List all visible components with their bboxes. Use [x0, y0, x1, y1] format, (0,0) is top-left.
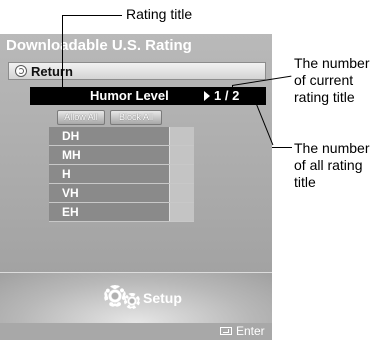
allow-all-button[interactable]: Allow All: [57, 110, 105, 125]
callout-line: [232, 85, 233, 97]
rating-row-dh[interactable]: DH: [49, 127, 194, 146]
callout-all-titles-line2: of all rating: [294, 157, 363, 173]
lock-toggle[interactable]: [169, 203, 194, 221]
callout-current-title-line1: The number: [294, 55, 370, 71]
enter-label: Enter: [236, 324, 265, 338]
callout-all-titles-line3: title: [294, 174, 316, 190]
return-label: Return: [31, 64, 73, 79]
rating-title-label: Humor Level: [90, 88, 169, 103]
arrow-right-icon[interactable]: [204, 91, 210, 101]
callout-rating-title: Rating title: [126, 6, 193, 22]
bottom-bar: Enter: [0, 323, 272, 340]
callout-all-titles-line1: The number: [294, 140, 370, 156]
rating-list: DH MH H VH EH: [49, 127, 194, 222]
rating-row-mh[interactable]: MH: [49, 146, 194, 165]
gear-icon: [104, 285, 126, 307]
callout-line: [272, 147, 292, 148]
return-button[interactable]: Return: [8, 62, 266, 80]
lock-toggle[interactable]: [169, 146, 194, 164]
lock-toggle[interactable]: [169, 127, 194, 145]
rating-row-vh[interactable]: VH: [49, 184, 194, 203]
rating-title-selector[interactable]: Humor Level 1 / 2: [30, 87, 266, 105]
rating-menu-panel: Downloadable U.S. Rating Return Humor Le…: [0, 34, 272, 340]
rating-label: MH: [62, 148, 81, 162]
callout-current-title-line2: of current: [294, 72, 354, 88]
callout-all-titles: The number of all rating title: [294, 140, 369, 191]
enter-icon: [220, 327, 232, 335]
lock-toggle[interactable]: [169, 184, 194, 202]
callout-line: [62, 15, 122, 16]
lock-toggle[interactable]: [169, 165, 194, 183]
rating-row-h[interactable]: H: [49, 165, 194, 184]
return-icon: [15, 65, 27, 77]
rating-label: EH: [62, 205, 79, 219]
rating-label: H: [62, 167, 71, 181]
rating-title-page-indicator: 1 / 2: [214, 88, 240, 103]
rating-label: DH: [62, 129, 80, 143]
setup-label: Setup: [143, 290, 182, 306]
callout-line: [62, 15, 63, 93]
callout-current-title-line3: rating title: [294, 89, 355, 105]
menu-title: Downloadable U.S. Rating: [6, 37, 192, 54]
rating-row-eh[interactable]: EH: [49, 203, 194, 222]
callout-current-title: The number of current rating title: [294, 55, 369, 106]
gear-small-icon: [124, 293, 140, 309]
rating-label: VH: [62, 186, 79, 200]
setup-footer: Setup: [0, 273, 272, 323]
block-all-button[interactable]: Block All: [110, 110, 162, 125]
